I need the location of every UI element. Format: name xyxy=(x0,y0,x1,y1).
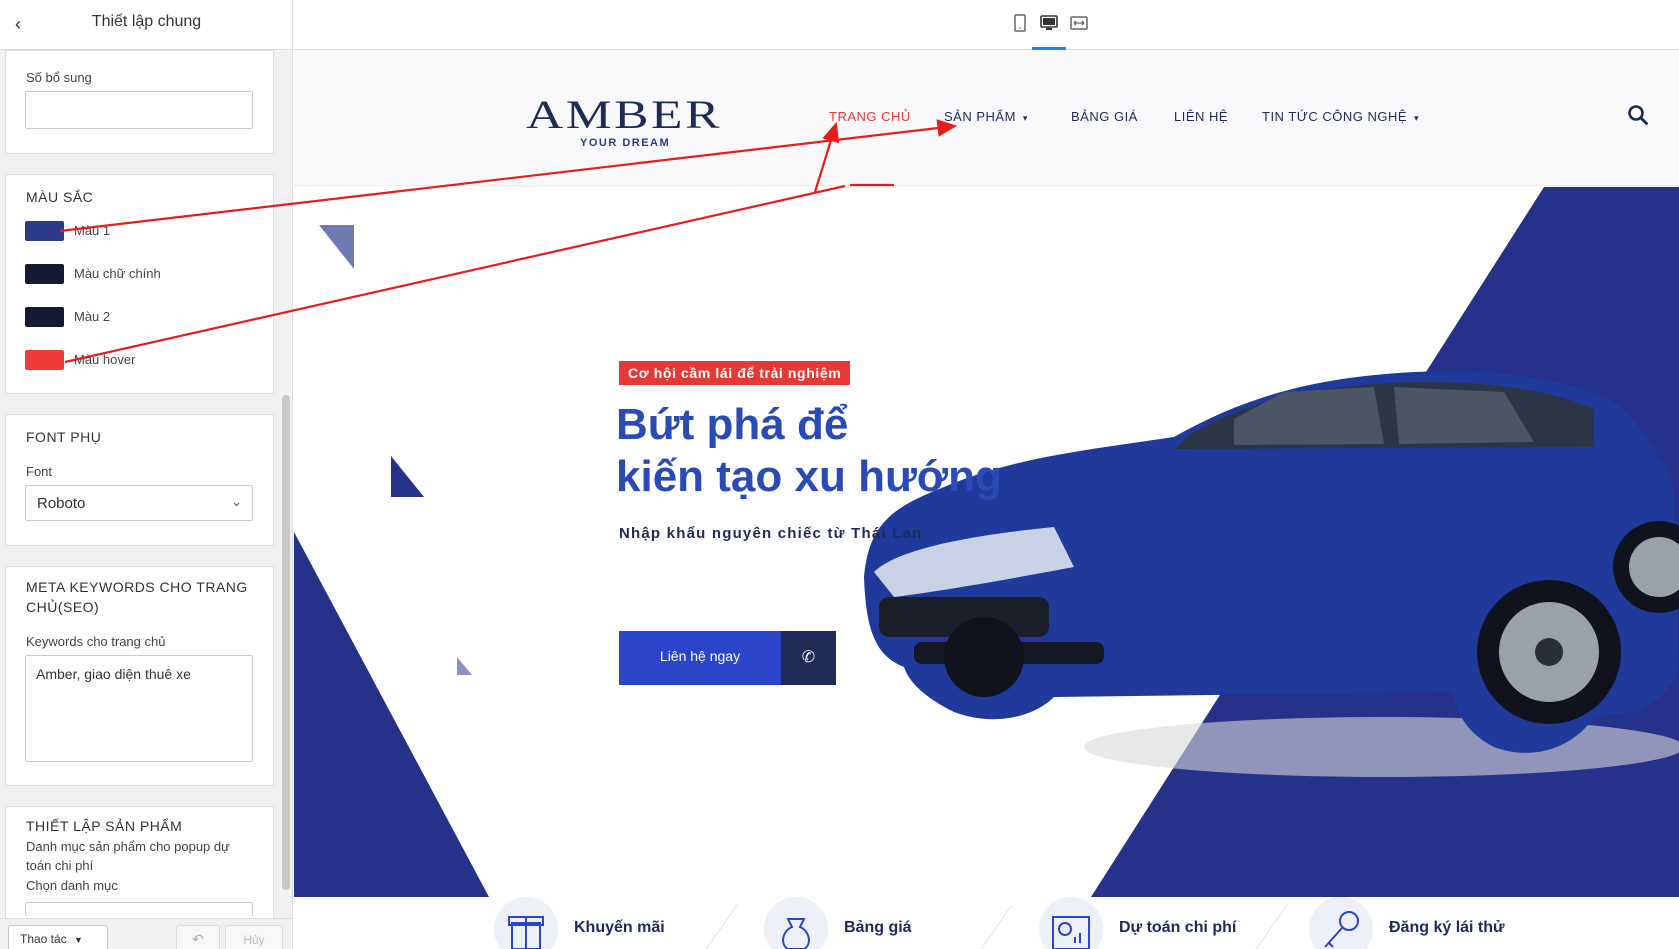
hero-subtitle: Nhập khẩu nguyên chiếc từ Thái Lan xyxy=(619,525,923,542)
nav-tech-news[interactable]: TIN TỨC CÔNG NGHỆ ▾ xyxy=(1262,109,1419,124)
feature-pricing-label: Bảng giá xyxy=(844,919,912,936)
site-header: AMBER YOUR DREAM TRANG CHỦ SẢN PHẨM ▾ BẢN… xyxy=(294,50,1679,186)
meta-heading-line2: CHỦ(SEO) xyxy=(26,599,100,615)
extra-field-label: Số bổ sung xyxy=(26,70,92,85)
chevron-down-icon: ▾ xyxy=(1022,113,1028,123)
font-select-value: Roboto xyxy=(37,495,86,512)
logo-brand: AMBER xyxy=(526,92,722,137)
sidebar-scrollbar[interactable] xyxy=(282,395,290,890)
undo-icon: ↶ xyxy=(192,931,204,947)
contact-now-label: Liên hệ ngay xyxy=(659,648,741,664)
color-swatch-2[interactable] xyxy=(25,307,64,327)
feature-promotion-label: Khuyến mãi xyxy=(574,919,665,936)
chart-board-icon xyxy=(1039,897,1103,949)
features-bar: Khuyến mãi Bảng giá Dự toán chi phí Đăng… xyxy=(294,897,1679,949)
color-label-2: Màu 2 xyxy=(74,309,111,324)
tablet-icon[interactable] xyxy=(1010,14,1030,34)
color-swatch-text[interactable] xyxy=(25,264,64,284)
colors-heading: MÀU SẮC xyxy=(26,189,94,205)
font-card: FONT PHỤ Font Roboto ⌄ xyxy=(5,414,274,546)
gift-icon xyxy=(494,897,558,949)
chevron-down-icon: ▾ xyxy=(1414,113,1420,123)
key-icon xyxy=(1309,897,1373,949)
color-label-1: Màu 1 xyxy=(74,223,111,238)
sidebar-header: ‹ Thiết lập chung xyxy=(0,0,292,50)
hero-banner: Cơ hội cầm lái để trải nghiệm Bứt phá để… xyxy=(294,187,1679,897)
chevron-down-icon: ⌄ xyxy=(231,494,242,509)
meta-keywords-label: Keywords cho trang chủ xyxy=(26,634,166,649)
color-swatch-1[interactable] xyxy=(25,221,64,241)
search-icon[interactable] xyxy=(1627,104,1649,126)
nav-pricing[interactable]: BẢNG GIÁ xyxy=(1071,109,1138,124)
nav-home[interactable]: TRANG CHỦ xyxy=(829,109,911,124)
product-desc-line1: Danh mục sản phẩm cho popup dự xyxy=(26,839,230,854)
caret-down-icon: ▼ xyxy=(74,935,83,945)
feature-test-drive-label: Đăng ký lái thử xyxy=(1389,919,1505,936)
nav-tech-news-label: TIN TỨC CÔNG NGHỆ xyxy=(1262,109,1408,124)
colors-card: MÀU SẮC Màu 1 Màu chữ chính Màu 2 Màu ho… xyxy=(5,174,274,394)
color-label-text: Màu chữ chính xyxy=(74,266,161,281)
actions-label: Thao tác xyxy=(20,932,67,946)
feature-cost-estimate-label: Dự toán chi phí xyxy=(1119,919,1237,936)
meta-heading-line1: META KEYWORDS CHO TRANG xyxy=(26,579,248,595)
nav-contact[interactable]: LIÊN HỆ xyxy=(1174,109,1228,124)
product-desc-line2: toán chi phí xyxy=(26,858,94,873)
choose-category-label: Chọn danh mục xyxy=(26,878,118,893)
logo-tagline: YOUR DREAM xyxy=(580,137,671,149)
hero-title-line2: kiến tạo xu hướng xyxy=(616,452,1002,501)
desktop-icon[interactable] xyxy=(1039,14,1059,34)
meta-keywords-textarea[interactable]: Amber, giao diện thuê xe xyxy=(25,655,253,762)
nav-home-label: TRANG CHỦ xyxy=(829,109,911,124)
hero-background xyxy=(294,187,1679,897)
site-preview: AMBER YOUR DREAM TRANG CHỦ SẢN PHẨM ▾ BẢN… xyxy=(294,50,1679,949)
product-heading: THIẾT LẬP SẢN PHẨM xyxy=(26,818,183,834)
site-logo[interactable]: AMBER YOUR DREAM xyxy=(526,90,726,160)
undo-button[interactable]: ↶ xyxy=(176,925,220,949)
hero-title: Bứt phá để kiến tạo xu hướng xyxy=(616,399,1136,503)
actions-dropdown[interactable]: Thao tác ▼ xyxy=(8,925,108,949)
sidebar-title: Thiết lập chung xyxy=(91,13,202,30)
nav-contact-label: LIÊN HỆ xyxy=(1174,109,1229,124)
sidebar-footer: Thao tác ▼ ↶ Hủy xyxy=(0,918,292,949)
contact-now-button[interactable]: Liên hệ ngay ✆ xyxy=(619,631,836,685)
hero-badge: Cơ hội cầm lái để trải nghiệm xyxy=(619,361,851,385)
cancel-button[interactable]: Hủy xyxy=(225,925,283,949)
extra-field-card: Số bổ sung xyxy=(5,50,274,154)
feature-divider xyxy=(1251,905,1288,949)
fullwidth-icon[interactable] xyxy=(1069,14,1089,34)
color-label-hover: Màu hover xyxy=(74,352,136,367)
meta-keywords-card: META KEYWORDS CHO TRANG CHỦ(SEO) Keyword… xyxy=(5,566,274,786)
phone-icon: ✆ xyxy=(781,631,836,685)
feature-divider xyxy=(701,905,738,949)
color-swatch-hover[interactable] xyxy=(25,350,64,370)
nav-products[interactable]: SẢN PHẨM ▾ xyxy=(944,109,1028,124)
money-bag-icon xyxy=(764,897,828,949)
extra-field-input[interactable] xyxy=(25,91,253,129)
customizer-sidebar: ‹ Thiết lập chung Số bổ sung MÀU SẮC Màu… xyxy=(0,0,293,949)
hero-title-line1: Bứt phá để xyxy=(616,400,849,449)
font-select[interactable]: Roboto ⌄ xyxy=(25,485,253,521)
nav-products-label: SẢN PHẨM xyxy=(944,109,1016,124)
nav-pricing-label: BẢNG GIÁ xyxy=(1071,109,1138,124)
font-label: Font xyxy=(26,464,53,479)
category-select[interactable] xyxy=(25,902,253,916)
feature-divider xyxy=(976,905,1013,949)
meta-keywords-value: Amber, giao diện thuê xe xyxy=(36,666,191,682)
font-heading: FONT PHỤ xyxy=(26,429,102,445)
preview-toolbar xyxy=(294,0,1679,50)
